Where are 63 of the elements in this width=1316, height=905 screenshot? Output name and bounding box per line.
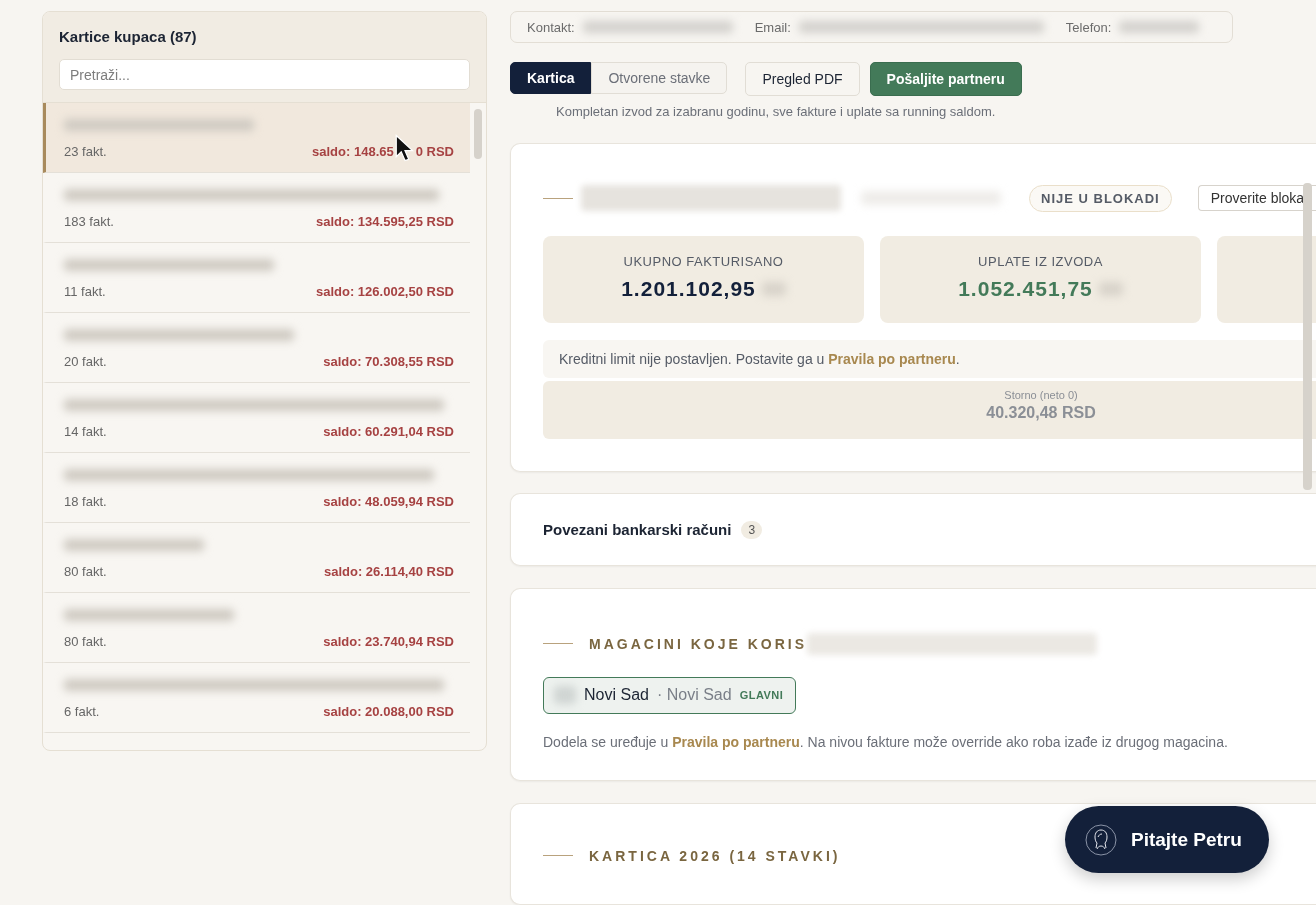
- main-label: GLAVNI: [739, 689, 784, 702]
- invoice-count: 80 fakt.: [64, 564, 107, 579]
- balance-text: saldo: 48.059,94 RSD: [323, 494, 454, 509]
- invoice-count: 6 fakt.: [64, 704, 100, 719]
- stat-label: UPLATE IZ IZVODA: [977, 254, 1104, 270]
- scrollbar[interactable]: [474, 109, 482, 159]
- invoice-count: 20 fakt.: [64, 354, 107, 369]
- balance-text: saldo: 70.308,55 RSD: [323, 354, 454, 369]
- count-badge: 3: [741, 520, 763, 539]
- stat-label: UKUPNO FAKTURISANO: [622, 254, 785, 270]
- person-icon: [1085, 823, 1117, 856]
- warehouse-name: Novi Sad: [584, 686, 649, 705]
- field-label: Email:: [754, 19, 791, 35]
- balance-text: saldo: 126.002,50 RSD: [315, 284, 454, 299]
- check-button[interactable]: Proverite bloka: [1197, 185, 1316, 212]
- scrollbar[interactable]: [1303, 183, 1312, 490]
- link[interactable]: Pravila po partneru: [672, 733, 800, 750]
- balance-text: saldo: 60.291,04 RSD: [323, 424, 454, 439]
- storno-value: 40.320,48 RSD: [985, 404, 1097, 423]
- balance-text: saldo: 134.595,25 RSD: [315, 214, 454, 229]
- storno-label: Storno (neto 0): [1003, 389, 1079, 402]
- customer-row[interactable]: 80 fakt. saldo: 23.740,94 RSD: [43, 593, 470, 663]
- customer-row[interactable]: 183 fakt. saldo: 134.595,25 RSD: [43, 173, 470, 243]
- search-field[interactable]: Pretraži...: [59, 59, 470, 90]
- send-button[interactable]: Pošaljite partneru: [869, 62, 1022, 97]
- warehouse-city: · Novi Sad: [656, 686, 732, 705]
- invoice-count: 80 fakt.: [64, 634, 107, 649]
- balance-text: saldo: 23.740,94 RSD: [323, 634, 454, 649]
- assistant-button[interactable]: Pitajte Petru: [1065, 806, 1269, 873]
- caption-text: Kompletan izvod za izabranu godinu, sve fakture i uplate sa running saldom.: [556, 104, 997, 120]
- balance-text: saldo: 20.088,00 RSD: [323, 704, 454, 719]
- balance-text: saldo: 148.65: [312, 144, 394, 159]
- section-title: KARTICA 2026 (14 STAVKI): [589, 847, 841, 864]
- invoice-count: 18 fakt.: [64, 494, 107, 509]
- invoice-count: 183 fakt.: [64, 214, 114, 229]
- invoice-count: 23 fakt.: [64, 144, 107, 159]
- panel-title: Kartice kupaca (87): [59, 28, 198, 45]
- customer-row[interactable]: 18 fakt. saldo: 48.059,94 RSD: [43, 453, 470, 523]
- stat-value: 1.052.451,75: [958, 277, 1093, 302]
- customer-row[interactable]: 14 fakt. saldo: 60.291,04 RSD: [43, 383, 470, 453]
- customer-row[interactable]: 80 fakt. saldo: 26.114,40 RSD: [43, 523, 470, 593]
- view-tab[interactable]: Otvorene stavke: [591, 62, 728, 95]
- invoice-count: 14 fakt.: [64, 424, 107, 439]
- credit-note: Kreditni limit nije postavljen. Postavite ga u Pravila po partneru.: [559, 351, 960, 368]
- customer-row[interactable]: 23 fakt. saldo: 148.65 0 RSD: [43, 103, 470, 173]
- invoice-count: 11 fakt.: [64, 284, 106, 299]
- section-title: MAGACINI KOJE KORIS: [589, 635, 807, 652]
- view-tab[interactable]: Kartica: [510, 62, 592, 95]
- balance-text: saldo: 26.114,40 RSD: [323, 564, 454, 579]
- status-badge: NIJE U BLOKADI: [1029, 184, 1172, 212]
- link[interactable]: Pravila po partneru: [828, 351, 956, 368]
- customer-row[interactable]: 20 fakt. saldo: 70.308,55 RSD: [43, 313, 470, 383]
- field-label: Kontakt:: [527, 19, 575, 35]
- warehouse-chip[interactable]: Novi Sad · Novi Sad GLAVNI: [543, 676, 797, 714]
- field-label: Telefon:: [1065, 19, 1112, 35]
- customer-row[interactable]: 6 fakt. saldo: 20.088,00 RSD: [43, 663, 470, 733]
- pdf-button[interactable]: Pregled PDF: [745, 62, 860, 97]
- balance-text: 0 RSD: [415, 144, 454, 159]
- section-title: Povezani bankarski računi: [543, 521, 732, 539]
- stat-value: 1.201.102,95: [621, 277, 756, 302]
- note-text: Dodela se uređuje u Pravila po partneru. Na nivou fakture može override ako roba izađe iz drugog magacina.: [543, 733, 1229, 750]
- blurred-text: [554, 686, 576, 705]
- customer-row[interactable]: 11 fakt. saldo: 126.002,50 RSD: [43, 243, 470, 313]
